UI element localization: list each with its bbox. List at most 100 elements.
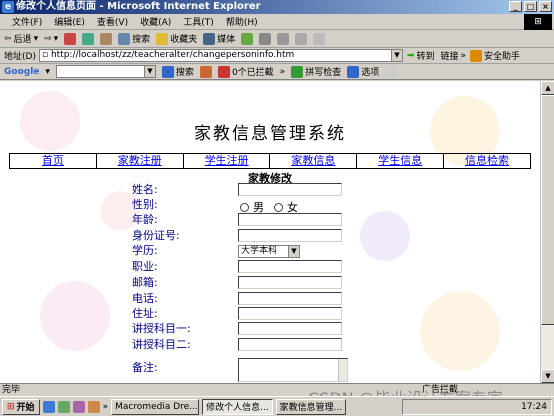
google-g-icon — [161, 65, 174, 78]
menu-edit[interactable]: 编辑(E) — [48, 15, 91, 28]
highlight-icon[interactable] — [385, 65, 398, 78]
note-textarea[interactable] — [238, 358, 348, 382]
subject1-field[interactable] — [238, 322, 342, 335]
age-label: 年龄: — [132, 213, 158, 226]
address-bar: 地址(D) ▫ http://localhost/zz/teacheralter… — [0, 48, 554, 64]
note-label: 备注: — [132, 361, 158, 374]
address-label: 地址(D) — [4, 52, 36, 62]
nav-student-register[interactable]: 学生注册 — [184, 154, 271, 168]
search-icon — [118, 32, 131, 45]
menu-bar: 文件(F) 编辑(E) 查看(V) 收藏(A) 工具(T) 帮助(H) — [0, 14, 554, 30]
email-field[interactable] — [238, 276, 342, 289]
window-title: 修改个人信息页面 - Microsoft Internet Explorer — [16, 1, 261, 12]
history-icon[interactable] — [241, 32, 254, 45]
maximize-button[interactable]: □ — [524, 1, 537, 12]
address-field[interactable] — [238, 307, 342, 320]
windows-logo-icon: ⊞ — [524, 14, 552, 30]
task-edit-info[interactable]: 修改个人信息... — [202, 398, 273, 415]
favorites-button[interactable]: 收藏夹 — [156, 32, 197, 45]
education-select[interactable]: 大学本科 ▼ — [238, 245, 300, 258]
menu-favorites[interactable]: 收藏(A) — [134, 15, 177, 28]
name-field[interactable] — [238, 183, 342, 196]
phone-field[interactable] — [238, 292, 342, 305]
note-scrollbar[interactable] — [338, 359, 347, 381]
menu-help[interactable]: 帮助(H) — [220, 15, 264, 28]
nav-tutor-register[interactable]: 家教注册 — [97, 154, 184, 168]
phone-label: 电话: — [132, 292, 158, 305]
nav-tutor-info[interactable]: 家教信息 — [270, 154, 358, 168]
age-field[interactable] — [238, 213, 342, 226]
minimize-button[interactable]: _ — [509, 1, 522, 12]
print-icon[interactable] — [277, 32, 290, 45]
forward-arrow-icon: ⇨ — [44, 33, 52, 44]
nav-home[interactable]: 首页 — [10, 154, 97, 168]
page-icon: ▫ — [41, 50, 49, 60]
nav-info-search[interactable]: 信息检索 — [444, 154, 530, 168]
media-button[interactable]: 媒体 — [203, 32, 235, 45]
go-button[interactable]: ➡ 转到 — [406, 49, 435, 63]
name-label: 姓名: — [132, 183, 158, 196]
app-quicklaunch-icon[interactable] — [87, 400, 100, 413]
menu-view[interactable]: 查看(V) — [91, 15, 134, 28]
address-dropdown-icon[interactable]: ▼ — [390, 50, 402, 61]
scroll-up-icon[interactable]: ▲ — [541, 81, 554, 95]
flower-decoration — [360, 211, 410, 261]
google-dropdown-icon[interactable]: ▼ — [143, 66, 155, 77]
menu-tools[interactable]: 工具(T) — [177, 15, 220, 28]
favorites-icon — [156, 32, 169, 45]
close-button[interactable]: × — [539, 1, 552, 12]
chevron-down-icon[interactable]: ▾ — [45, 67, 50, 77]
mail-icon[interactable] — [259, 32, 272, 45]
windows-flag-icon: ⊞ — [7, 401, 15, 412]
address-input[interactable]: ▫ http://localhost/zz/teacheralter/chang… — [38, 49, 403, 62]
desktop-quicklaunch-icon[interactable] — [57, 400, 70, 413]
chevron-right-icon[interactable]: » — [103, 402, 109, 412]
gender-female-radio[interactable] — [274, 202, 283, 212]
id-card-field[interactable] — [238, 229, 342, 242]
edit-icon[interactable] — [295, 32, 308, 45]
back-button[interactable]: ⇦ 后退 ▾ — [4, 32, 38, 46]
search-button[interactable]: 搜索 — [118, 32, 150, 45]
start-button[interactable]: ⊞ 开始 — [2, 398, 40, 415]
nav-student-info[interactable]: 学生信息 — [357, 154, 445, 168]
stop-icon[interactable] — [64, 32, 77, 45]
email-label: 邮箱: — [132, 276, 158, 289]
gender-label: 性别: — [132, 198, 158, 211]
discuss-icon[interactable] — [313, 32, 326, 45]
chevron-right-icon[interactable]: » — [461, 51, 467, 61]
scroll-thumb[interactable] — [541, 95, 554, 325]
subject2-field[interactable] — [238, 338, 342, 351]
media-quicklaunch-icon[interactable] — [72, 400, 85, 413]
google-search-button[interactable]: 搜索 — [161, 65, 194, 78]
gender-male-radio[interactable] — [240, 202, 249, 212]
security-assistant-button[interactable]: 安全助手 — [470, 49, 520, 62]
chevron-down-icon[interactable]: ▼ — [288, 246, 299, 257]
education-value: 大学本科 — [241, 246, 278, 256]
popup-blocker-button[interactable]: 0个已拦截 — [217, 65, 274, 78]
links-button[interactable]: 链接 — [441, 49, 459, 62]
forward-button[interactable]: ⇨ ▾ — [44, 34, 58, 44]
refresh-icon[interactable] — [82, 32, 95, 45]
spell-check-button[interactable]: 拼写检查 — [291, 65, 341, 78]
task-dreamweaver[interactable]: Macromedia Dre... — [111, 398, 200, 415]
task-tutor-system[interactable]: 家教信息管理... — [275, 398, 347, 415]
google-logo[interactable]: Google — [4, 67, 39, 77]
go-arrow-icon: ➡ — [406, 50, 415, 61]
home-icon[interactable] — [100, 32, 113, 45]
scroll-down-icon[interactable]: ▼ — [541, 369, 554, 383]
vertical-scrollbar[interactable]: ▲ ▼ — [540, 81, 554, 383]
job-field[interactable] — [238, 260, 342, 273]
pagerank-icon[interactable] — [199, 65, 212, 78]
chevron-right-icon[interactable]: » — [280, 67, 286, 77]
ie-quicklaunch-icon[interactable] — [42, 400, 55, 413]
taskbar: ⊞ 开始 » Macromedia Dre... 修改个人信息... 家教信息管… — [0, 396, 554, 416]
menu-file[interactable]: 文件(F) — [6, 15, 48, 28]
clock: 17:24 — [521, 402, 547, 412]
back-arrow-icon: ⇦ — [4, 33, 12, 44]
google-search-input[interactable]: ▼ — [55, 65, 156, 78]
options-button[interactable]: 选项 — [347, 65, 379, 78]
window-title-bar: e 修改个人信息页面 - Microsoft Internet Explorer… — [0, 0, 554, 14]
subject1-label: 讲授科目一: — [132, 322, 191, 335]
status-text: 完毕 — [2, 385, 21, 395]
shield-icon — [470, 49, 483, 62]
